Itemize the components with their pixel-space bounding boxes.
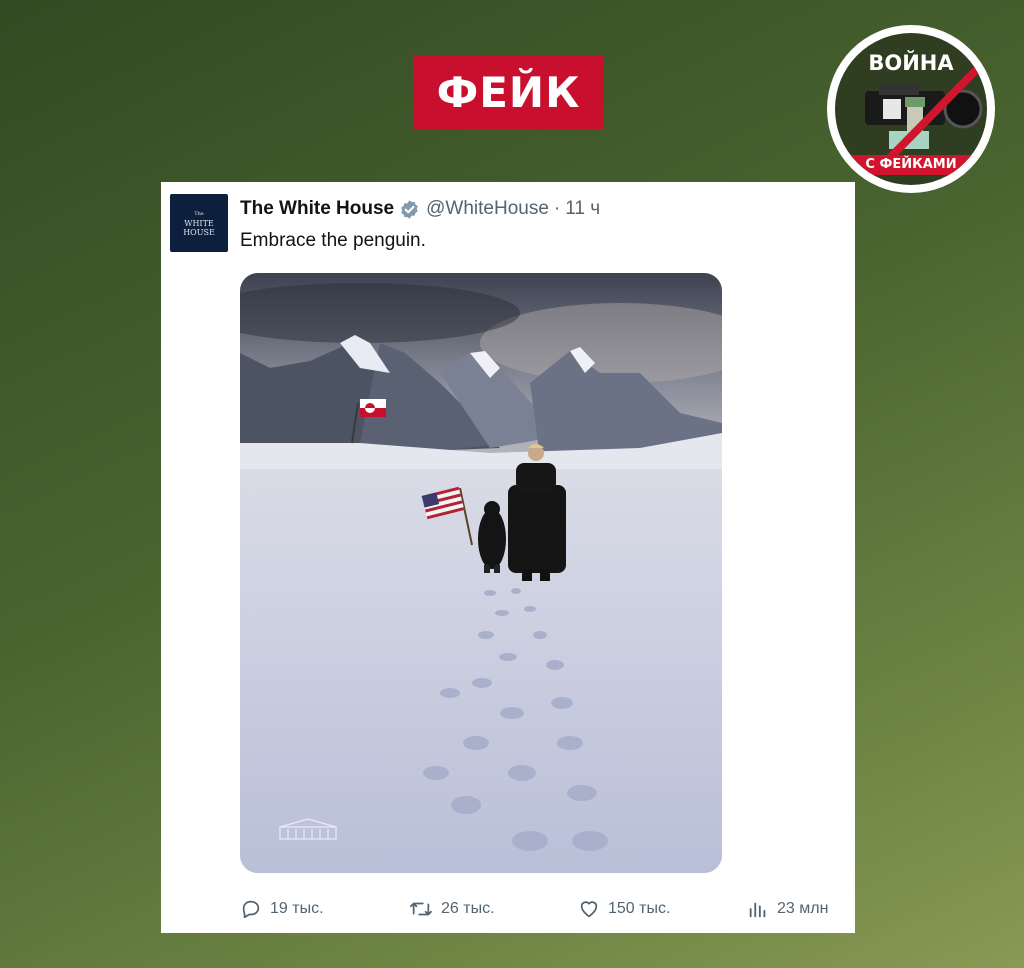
logo-top-text: ВОЙНА (868, 51, 954, 75)
views-count: 23 млн (777, 900, 829, 917)
tweet-header: The White House @WhiteHouse · 11 ч (240, 196, 600, 222)
logo-bottom-band: С ФЕЙКАМИ (849, 155, 973, 175)
heart-icon (580, 901, 598, 918)
fake-label-text: ФЕЙК (436, 67, 581, 117)
war-with-fakes-logo: ВОЙНА С ФЕЙКАМИ (827, 25, 995, 193)
tweet-media-image[interactable] (240, 273, 722, 873)
reply-count: 19 тыс. (270, 900, 324, 917)
views-button[interactable]: 23 млн (747, 896, 828, 922)
author-handle[interactable]: @WhiteHouse (426, 198, 549, 220)
penguin-snow-scene (240, 273, 722, 873)
retweet-count: 26 тыс. (441, 900, 495, 917)
author-name[interactable]: The White House (240, 198, 394, 220)
like-button[interactable]: 150 тыс. (578, 896, 670, 922)
verified-badge-icon (401, 199, 418, 219)
avatar-line-1: The (194, 210, 204, 217)
fake-label-banner: ФЕЙК (413, 55, 604, 129)
retweet-icon (410, 902, 432, 916)
separator-dot: · (553, 198, 561, 219)
views-chart-icon (749, 902, 766, 918)
timestamp[interactable]: 11 ч (565, 198, 600, 220)
retweet-button[interactable]: 26 тыс. (409, 896, 495, 922)
logo-inner-circle: ВОЙНА С ФЕЙКАМИ (835, 33, 987, 185)
like-count: 150 тыс. (608, 900, 671, 917)
tweet-actions-bar: 19 тыс. 26 тыс. 150 тыс. 23 млн (240, 896, 840, 922)
tweet-text: Embrace the penguin. (240, 230, 426, 251)
avatar-line-3: HOUSE (183, 227, 215, 237)
avatar-line-2: WHITE (184, 218, 214, 228)
tweet-card[interactable]: The WHITE HOUSE The White House @WhiteHo… (161, 182, 855, 933)
reply-icon (242, 900, 260, 919)
reply-button[interactable]: 19 тыс. (240, 896, 324, 922)
avatar[interactable]: The WHITE HOUSE (170, 194, 228, 252)
